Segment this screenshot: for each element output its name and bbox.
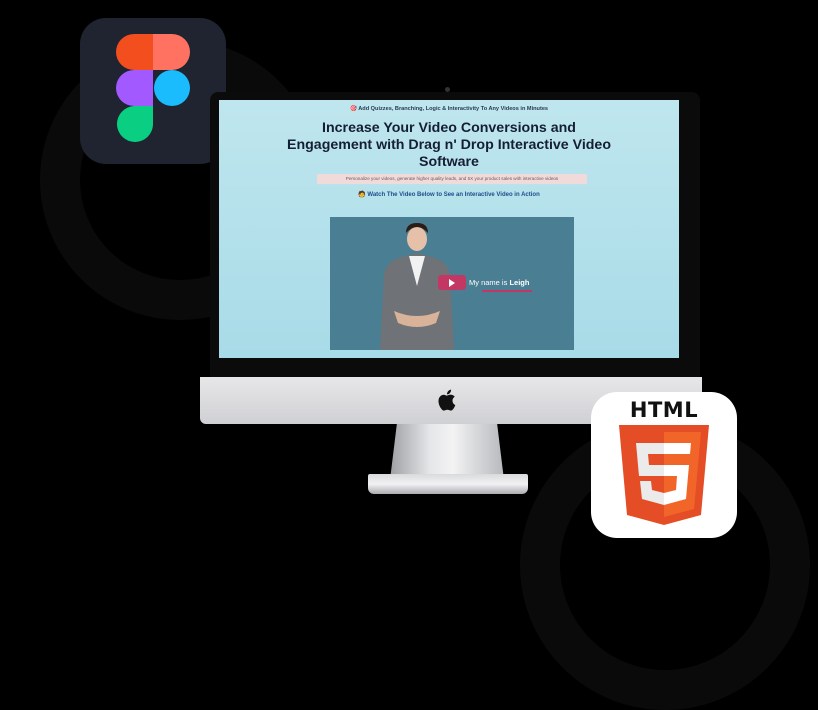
caption-prefix: My name is bbox=[469, 278, 510, 287]
caption-name: Leigh bbox=[509, 278, 530, 287]
imac-base bbox=[368, 474, 528, 494]
figma-app-tile bbox=[80, 18, 226, 164]
camera-dot bbox=[445, 87, 450, 92]
apple-logo-icon bbox=[438, 389, 456, 411]
sub-banner: Personalize your videos, generate higher… bbox=[317, 174, 587, 184]
html-label: HTML bbox=[629, 398, 699, 422]
play-icon bbox=[449, 278, 455, 287]
imac-stand bbox=[390, 424, 504, 480]
play-button[interactable] bbox=[438, 275, 466, 290]
video-player[interactable]: My name is Leigh bbox=[330, 217, 574, 350]
page-headline: Increase Your Video Conversions and Enga… bbox=[287, 120, 611, 170]
caption-underline bbox=[482, 290, 532, 292]
top-note: 🎯 Add Quizzes, Branching, Logic & Intera… bbox=[349, 106, 549, 112]
video-caption: My name is Leigh bbox=[469, 275, 529, 290]
watch-video-line: 🧑 Watch The Video Below to See an Intera… bbox=[358, 192, 540, 198]
figma-logo-icon bbox=[116, 34, 190, 142]
imac-screen: 🎯 Add Quizzes, Branching, Logic & Intera… bbox=[219, 100, 679, 358]
html5-app-tile: HTML bbox=[591, 392, 737, 538]
html5-logo-icon bbox=[619, 425, 709, 525]
